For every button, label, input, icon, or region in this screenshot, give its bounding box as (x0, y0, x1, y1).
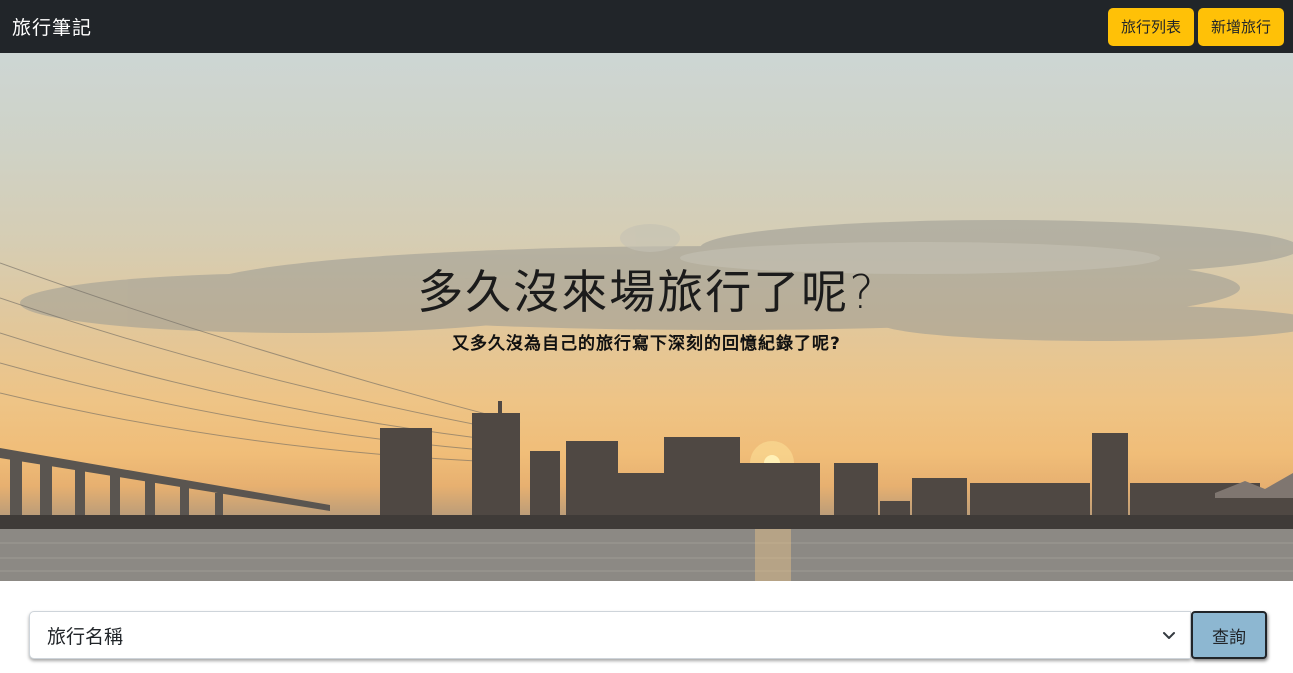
brand-title[interactable]: 旅行筆記 (12, 13, 92, 40)
add-trip-button[interactable]: 新增旅行 (1197, 7, 1284, 46)
nav-button-group: 旅行列表 新增旅行 (1107, 7, 1284, 46)
hero-banner: 多久沒來場旅行了呢? 又多久沒為自己的旅行寫下深刻的回憶紀錄了呢? (0, 53, 1293, 581)
chevron-down-icon (1163, 632, 1175, 639)
hero-subtitle: 又多久沒為自己的旅行寫下深刻的回憶紀錄了呢? (452, 334, 841, 354)
trip-list-button[interactable]: 旅行列表 (1107, 7, 1194, 46)
top-navbar: 旅行筆記 旅行列表 新增旅行 (0, 0, 1293, 53)
trip-name-select[interactable]: 旅行名稱 (29, 611, 1191, 659)
trip-name-select-value: 旅行名稱 (47, 625, 124, 648)
query-button[interactable]: 查詢 (1191, 611, 1267, 659)
trip-search-bar: 旅行名稱 查詢 (29, 611, 1267, 659)
hero-title: 多久沒來場旅行了呢? (417, 265, 876, 319)
